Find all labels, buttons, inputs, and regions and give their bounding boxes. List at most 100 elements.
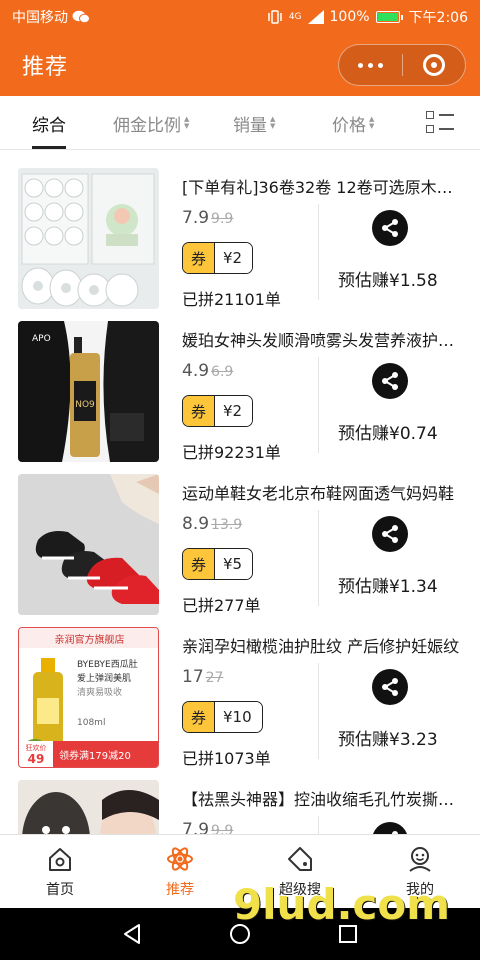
thumb-line-3: 清爽易吸收 <box>77 688 123 698</box>
sort-tab-sales[interactable]: 销量 ▲ ▼ <box>233 96 275 150</box>
title-bar: 推荐 <box>0 34 480 96</box>
coupon-tag: 券 <box>183 243 215 273</box>
battery-icon <box>375 11 403 23</box>
coupon-tag: 券 <box>183 396 215 426</box>
dot-icon <box>378 62 383 68</box>
product-image <box>18 780 159 834</box>
card-divider <box>318 816 319 834</box>
card-divider <box>318 663 319 759</box>
sort-tab-label: 销量 <box>233 115 267 136</box>
signal-icon <box>307 10 324 24</box>
coupon-tag: 券 <box>183 702 215 732</box>
estimated-earning: 预估赚¥1.58 <box>338 271 438 291</box>
store-banner: 亲润官方旗舰店 <box>19 628 158 648</box>
product-card[interactable]: 亲润官方旗舰店 BYEBYE西瓜肚 爱上弹润美肌 清爽易吸收 108ml 狂欢价… <box>0 609 480 768</box>
sort-tab-label: 综合 <box>32 115 66 136</box>
product-image: 亲润官方旗舰店 BYEBYE西瓜肚 爱上弹润美肌 清爽易吸收 108ml 狂欢价… <box>18 627 159 768</box>
share-icon[interactable] <box>372 516 408 552</box>
coupon-badge: 券 ¥2 <box>182 395 254 427</box>
back-icon[interactable] <box>120 922 144 946</box>
layout-toggle-icon[interactable] <box>426 111 454 135</box>
network-type: 4G <box>288 11 302 22</box>
product-image <box>18 474 159 615</box>
product-title: 【祛黑头神器】控油收缩毛孔竹炭撕拉面膜 <box>182 790 462 809</box>
sort-tab-commission[interactable]: 佣金比例 ▲ ▼ <box>113 96 189 150</box>
product-card[interactable]: NO9 APO 媛珀女神头发顺滑喷雾头发营养液护发精油 4.9 6.9 券 ¥2 … <box>0 303 480 462</box>
product-card[interactable]: 运动单鞋女老北京布鞋网面透气妈妈鞋 8.9 13.9 券 ¥5 已拼277单 预估… <box>0 456 480 615</box>
share-icon[interactable] <box>372 669 408 705</box>
page-title: 推荐 <box>22 55 69 80</box>
product-price: 17 27 <box>182 667 224 687</box>
product-price: 7.9 9.9 <box>182 820 233 834</box>
product-title: 运动单鞋女老北京布鞋网面透气妈妈鞋 <box>182 484 455 503</box>
target-icon <box>422 54 445 76</box>
dot-icon <box>358 62 363 68</box>
product-price: 8.9 13.9 <box>182 514 243 534</box>
svg-text:APO: APO <box>32 334 51 344</box>
sort-arrows-icon: ▲ ▼ <box>184 115 190 130</box>
estimated-earning: 预估赚¥3.23 <box>338 730 438 750</box>
tab-label: 推荐 <box>166 882 194 898</box>
dot-icon <box>368 62 373 68</box>
thumb-volume: 108ml <box>77 718 106 728</box>
card-divider <box>318 357 319 453</box>
sort-tab-label: 价格 <box>332 115 366 136</box>
product-title: 亲润孕妇橄榄油护肚纹 产后修护妊娠纹 <box>182 637 460 656</box>
original-price: 6.9 <box>211 364 234 380</box>
coupon-badge: 券 ¥10 <box>182 701 263 733</box>
tag-icon <box>288 847 312 871</box>
product-title: [下单有礼]36卷32卷 12卷可选原木卫生纸 <box>182 178 462 197</box>
tab-recommend[interactable]: 推荐 <box>140 835 220 909</box>
coupon-badge: 券 ¥2 <box>182 242 254 274</box>
coupon-strip: 领券满179减20 <box>59 750 131 762</box>
product-card[interactable]: [下单有礼]36卷32卷 12卷可选原木卫生纸 7.9 9.9 券 ¥2 已拼21… <box>0 150 480 309</box>
product-title: 媛珀女神头发顺滑喷雾头发营养液护发精油 <box>182 331 462 350</box>
thumb-line-1: BYEBYE西瓜肚 <box>77 660 138 670</box>
coupon-tag: 券 <box>183 549 215 579</box>
original-price: 13.9 <box>211 517 243 533</box>
close-button[interactable] <box>403 45 465 85</box>
carrier-label: 中国移动 <box>12 10 68 26</box>
card-divider <box>318 510 319 606</box>
coupon-badge: 券 ¥5 <box>182 548 254 580</box>
estimated-earning: 预估赚¥0.74 <box>338 424 438 444</box>
estimated-earning: 预估赚¥1.34 <box>338 577 438 597</box>
share-icon[interactable] <box>372 822 408 834</box>
sort-arrows-icon: ▲ ▼ <box>270 115 276 130</box>
sort-tab-price[interactable]: 价格 ▲ ▼ <box>332 96 374 150</box>
original-price: 9.9 <box>211 823 234 834</box>
original-price: 27 <box>205 670 224 686</box>
product-card[interactable]: 【祛黑头神器】控油收缩毛孔竹炭撕拉面膜 7.9 9.9 <box>0 762 480 834</box>
active-tab-underline <box>32 146 66 149</box>
share-icon[interactable] <box>372 363 408 399</box>
share-icon[interactable] <box>372 210 408 246</box>
mini-program-capsule <box>338 44 466 86</box>
coupon-amount: ¥10 <box>215 702 262 732</box>
sort-arrows-icon: ▲ ▼ <box>369 115 375 130</box>
product-list: [下单有礼]36卷32卷 12卷可选原木卫生纸 7.9 9.9 券 ¥2 已拼21… <box>0 150 480 834</box>
sort-tab-label: 佣金比例 <box>113 115 181 136</box>
clock: 下午2:06 <box>408 10 468 26</box>
profile-icon <box>409 847 431 872</box>
coupon-amount: ¥5 <box>215 549 253 579</box>
tab-home[interactable]: 首页 <box>20 835 100 909</box>
product-image: NO9 APO <box>18 321 159 462</box>
battery-percent: 100% <box>329 9 370 25</box>
sort-bar: 综合 佣金比例 ▲ ▼ 销量 ▲ ▼ 价格 ▲ ▼ <box>0 96 480 150</box>
original-price: 9.9 <box>211 211 234 227</box>
more-button[interactable] <box>339 45 402 85</box>
sort-tab-comprehensive[interactable]: 综合 <box>32 96 66 150</box>
product-price: 4.9 6.9 <box>182 361 234 381</box>
product-price: 7.9 9.9 <box>182 208 234 228</box>
wechat-icon <box>72 10 90 24</box>
site-watermark: 9lud.com <box>232 880 450 929</box>
svg-text:NO9: NO9 <box>75 400 95 410</box>
tab-label: 首页 <box>46 882 74 898</box>
thumb-line-2: 爱上弹润美肌 <box>77 674 132 684</box>
vibrate-icon <box>268 10 282 24</box>
card-divider <box>318 204 319 300</box>
product-image <box>18 168 159 309</box>
coupon-amount: ¥2 <box>215 243 253 273</box>
home-icon <box>49 848 71 871</box>
status-bar: 中国移动 4G 100% 下午2:06 <box>0 0 480 34</box>
